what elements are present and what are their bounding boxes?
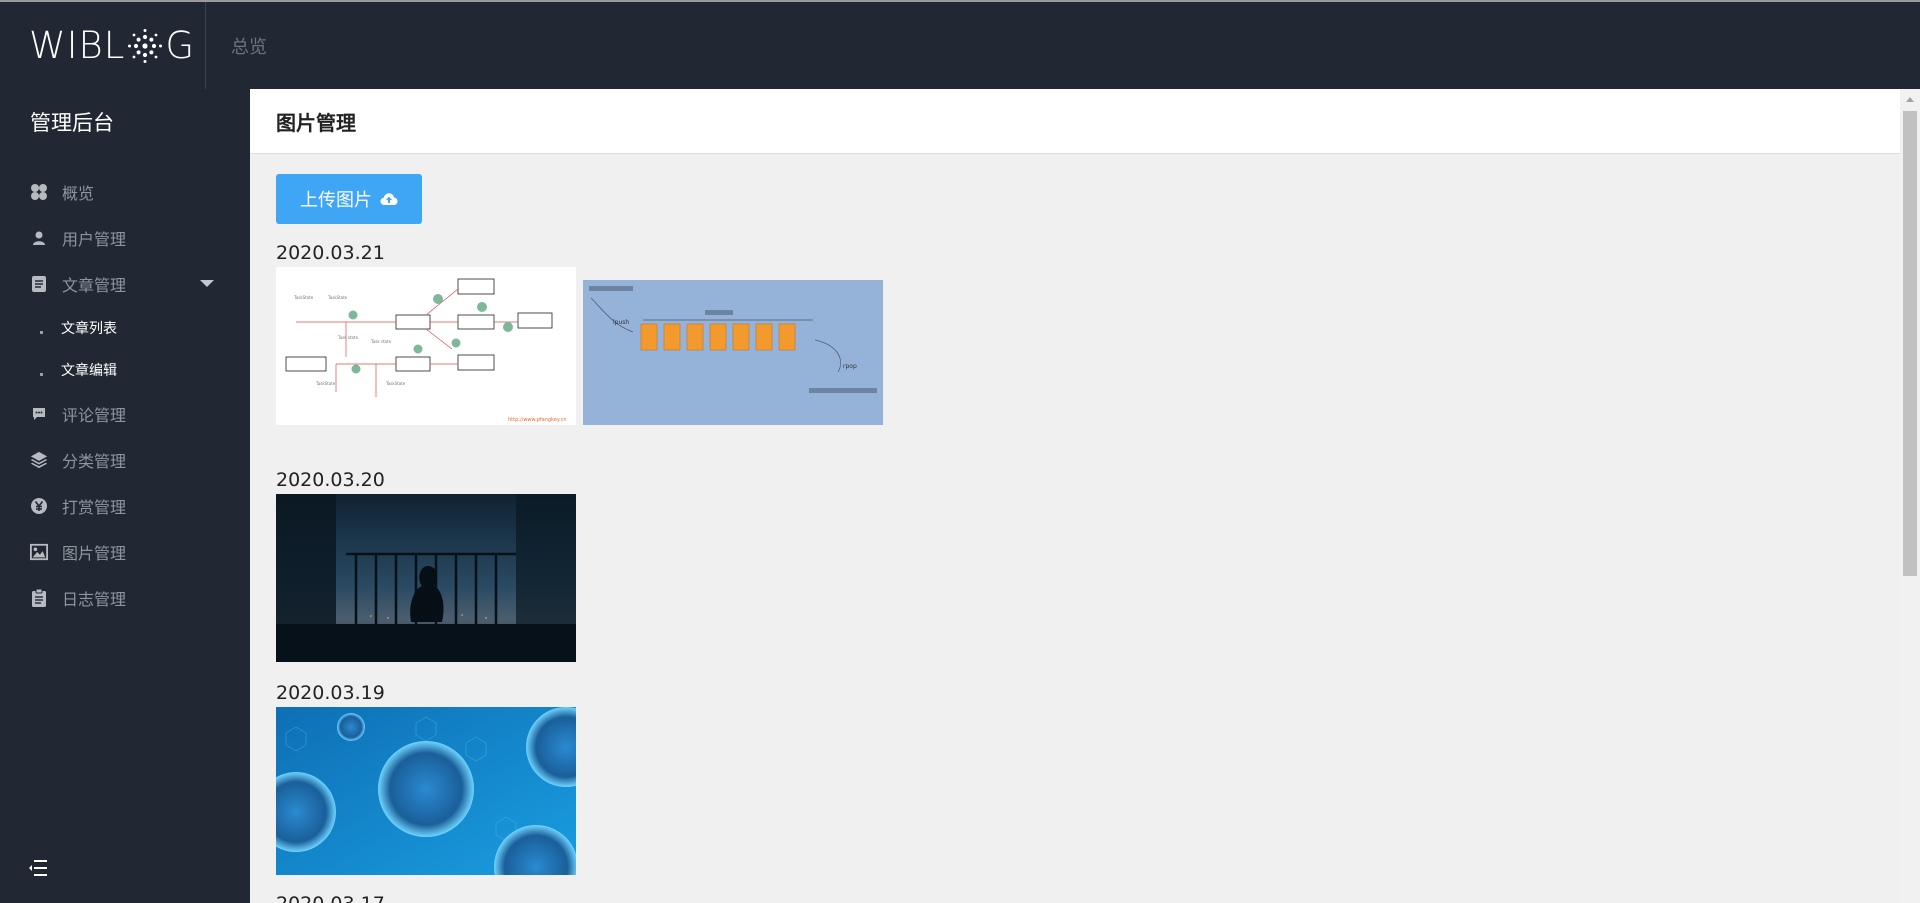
bullet-icon	[40, 330, 43, 334]
comment-icon	[30, 405, 48, 423]
sidebar-item-images[interactable]: 图片管理	[0, 529, 250, 575]
sidebar-item-logs[interactable]: 日志管理	[0, 575, 250, 621]
user-icon	[30, 229, 48, 247]
image-thumbnail-blue-cells[interactable]	[276, 707, 576, 875]
svg-text:TaskState: TaskState	[315, 381, 336, 386]
cloud-upload-icon	[380, 192, 398, 206]
dashboard-icon	[30, 183, 48, 201]
logo-text-right: G	[165, 24, 196, 67]
scroll-up-icon[interactable]	[1906, 97, 1914, 102]
top-header: WIBL G 总览	[0, 2, 1920, 89]
sidebar-item-label: 用户管理	[62, 230, 127, 249]
sidebar-subitem-article-list[interactable]: 文章列表	[0, 307, 250, 349]
bullet-icon	[40, 372, 43, 376]
logo-text-left: WIBL	[29, 24, 126, 67]
image-thumbnail-queue-diagram[interactable]: lpush rpop	[583, 280, 884, 425]
image-thumbnail-night-balcony[interactable]	[276, 494, 576, 662]
sidebar-subitem-article-edit[interactable]: 文章编辑	[0, 349, 250, 391]
date-label: 2020.03.19	[276, 682, 385, 704]
sidebar-item-label: 分类管理	[62, 452, 127, 471]
page-header: 图片管理	[250, 89, 1900, 154]
upload-button-label: 上传图片	[300, 190, 372, 211]
sidebar-title: 管理后台	[30, 111, 114, 135]
sidebar-item-articles[interactable]: 文章管理	[0, 261, 250, 307]
sidebar: 管理后台 概览 用户管理 文章管理 文章列表 文章编辑 评论管理 分类管理 打赏…	[0, 89, 250, 903]
header-crumb-overview[interactable]: 总览	[231, 33, 267, 59]
page-title: 图片管理	[276, 110, 356, 135]
sidebar-item-label: 日志管理	[62, 590, 127, 609]
image-thumbnail-flowchart[interactable]: TaskState TaskState Task state Task stat…	[276, 267, 576, 425]
sidebar-item-label: 评论管理	[62, 406, 127, 425]
image-group	[276, 494, 1874, 664]
sidebar-item-label: 打赏管理	[62, 498, 127, 517]
menu-collapse-icon[interactable]	[28, 859, 48, 877]
date-label: 2020.03.17	[276, 891, 1874, 903]
svg-text:TaskState: TaskState	[293, 295, 314, 300]
sidebar-nav: 概览 用户管理 文章管理 文章列表 文章编辑 评论管理 分类管理 打赏管理 图片…	[0, 169, 250, 621]
diagram-pop-label: rpop	[843, 363, 857, 370]
upload-image-button[interactable]: 上传图片	[276, 174, 422, 224]
svg-text:TaskState: TaskState	[327, 295, 348, 300]
thumbnail-watermark: http://www.pfangkey.cn	[508, 417, 567, 423]
layers-icon	[30, 451, 48, 469]
sidebar-item-label: 文章管理	[62, 276, 127, 295]
diagram-push-label: lpush	[613, 319, 629, 326]
sidebar-item-label: 概览	[62, 184, 95, 203]
image-group	[276, 707, 1874, 877]
clipboard-icon	[30, 588, 48, 607]
main-content: 图片管理 上传图片 2020.03.21 TaskState TaskState…	[250, 89, 1900, 903]
svg-text:TaskState: TaskState	[385, 381, 406, 386]
yen-icon	[30, 497, 48, 515]
sidebar-subitem-label: 文章列表	[61, 321, 117, 337]
sidebar-item-users[interactable]: 用户管理	[0, 215, 250, 261]
sidebar-item-label: 图片管理	[62, 544, 127, 563]
date-label: 2020.03.20	[276, 469, 385, 491]
sidebar-item-comments[interactable]: 评论管理	[0, 391, 250, 437]
article-icon	[30, 275, 48, 293]
image-group: TaskState TaskState Task state Task stat…	[276, 267, 1874, 427]
date-label: 2020.03.21	[276, 242, 385, 264]
svg-text:Task state: Task state	[370, 339, 392, 344]
page-scrollbar[interactable]	[1900, 89, 1920, 903]
chevron-down-icon	[200, 280, 214, 287]
sidebar-item-categories[interactable]: 分类管理	[0, 437, 250, 483]
sidebar-subitem-label: 文章编辑	[61, 363, 117, 379]
sidebar-item-rewards[interactable]: 打赏管理	[0, 483, 250, 529]
logo-mark-icon	[128, 28, 163, 63]
scrollbar-thumb[interactable]	[1903, 111, 1917, 576]
sidebar-item-overview[interactable]: 概览	[0, 169, 250, 215]
image-gallery: 上传图片 2020.03.21 TaskState TaskState Task…	[250, 154, 1900, 903]
svg-text:Task state: Task state	[337, 335, 359, 340]
logo[interactable]: WIBL G	[0, 2, 206, 89]
image-icon	[30, 543, 48, 561]
